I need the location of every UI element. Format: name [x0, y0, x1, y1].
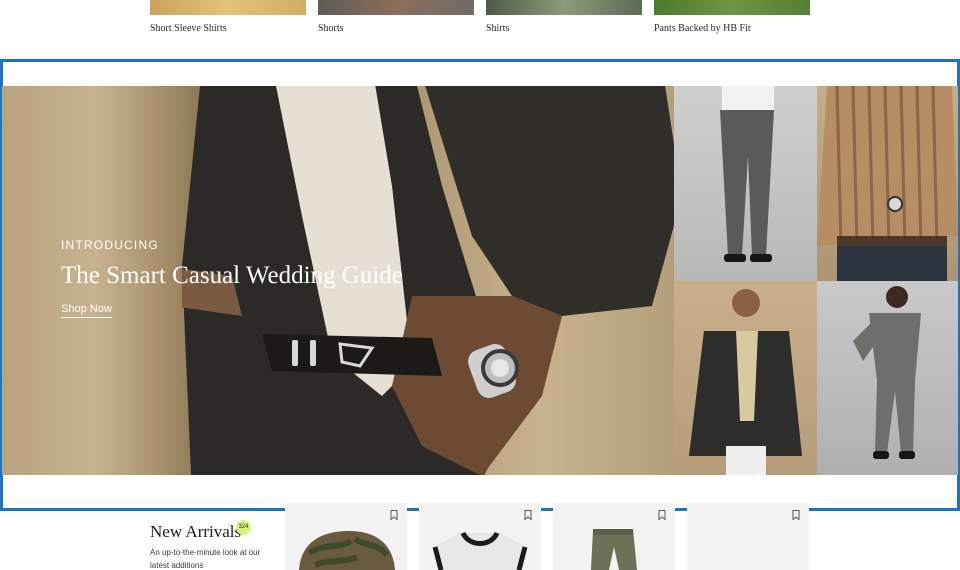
olive-pants-image [591, 529, 637, 570]
collage-image-standing-model[interactable] [674, 86, 817, 281]
category-label[interactable]: Pants Backed by HB Fit [654, 23, 751, 34]
hero-title: The Smart Casual Wedding Guide [61, 262, 403, 289]
category-image[interactable] [150, 0, 306, 15]
category-card-shirts[interactable]: Shirts [486, 0, 642, 34]
category-image[interactable] [486, 0, 642, 15]
product-card-camo-cap[interactable] [285, 503, 407, 570]
hero-main-image[interactable]: INTRODUCING The Smart Casual Wedding Gui… [2, 86, 674, 475]
new-arrivals-count-badge: 324 [236, 520, 251, 535]
new-arrivals-heading: New Arrivals [150, 522, 242, 541]
collage-image-blazer-model[interactable] [674, 281, 817, 475]
category-image[interactable] [654, 0, 810, 15]
bookmark-icon[interactable] [658, 510, 666, 520]
category-card-shorts[interactable]: Shorts [318, 0, 474, 34]
bookmark-icon[interactable] [390, 510, 398, 520]
product-card-ringer-tee[interactable] [419, 503, 541, 570]
shop-now-link[interactable]: Shop Now [61, 303, 112, 318]
collage-image-grey-suit[interactable] [817, 281, 958, 475]
bookmark-icon[interactable] [792, 510, 800, 520]
category-card-pants[interactable]: Pants Backed by HB Fit [654, 0, 810, 34]
category-label[interactable]: Shorts [318, 23, 344, 34]
model-figure [817, 86, 958, 281]
new-arrivals-description: An up-to-the-minute look at our latest a… [150, 548, 261, 570]
collage-image-striped-shirt[interactable] [817, 86, 958, 281]
product-card-olive-pants[interactable] [553, 503, 675, 570]
category-label[interactable]: Shirts [486, 23, 509, 34]
hero-eyebrow: INTRODUCING [61, 238, 159, 252]
model-figure [853, 286, 921, 459]
category-card-short-sleeve-shirts[interactable]: Short Sleeve Shirts [150, 0, 306, 34]
hero-copy: INTRODUCING The Smart Casual Wedding Gui… [61, 238, 403, 318]
camo-cap-image [299, 531, 395, 570]
model-figure [720, 86, 774, 262]
category-image[interactable] [318, 0, 474, 15]
product-card-loading[interactable] [687, 503, 809, 570]
category-label[interactable]: Short Sleeve Shirts [150, 23, 227, 34]
ringer-tee-image [432, 531, 528, 570]
hero-banner[interactable]: INTRODUCING The Smart Casual Wedding Gui… [2, 86, 958, 475]
model-figure [689, 289, 802, 475]
bookmark-icon[interactable] [524, 510, 532, 520]
